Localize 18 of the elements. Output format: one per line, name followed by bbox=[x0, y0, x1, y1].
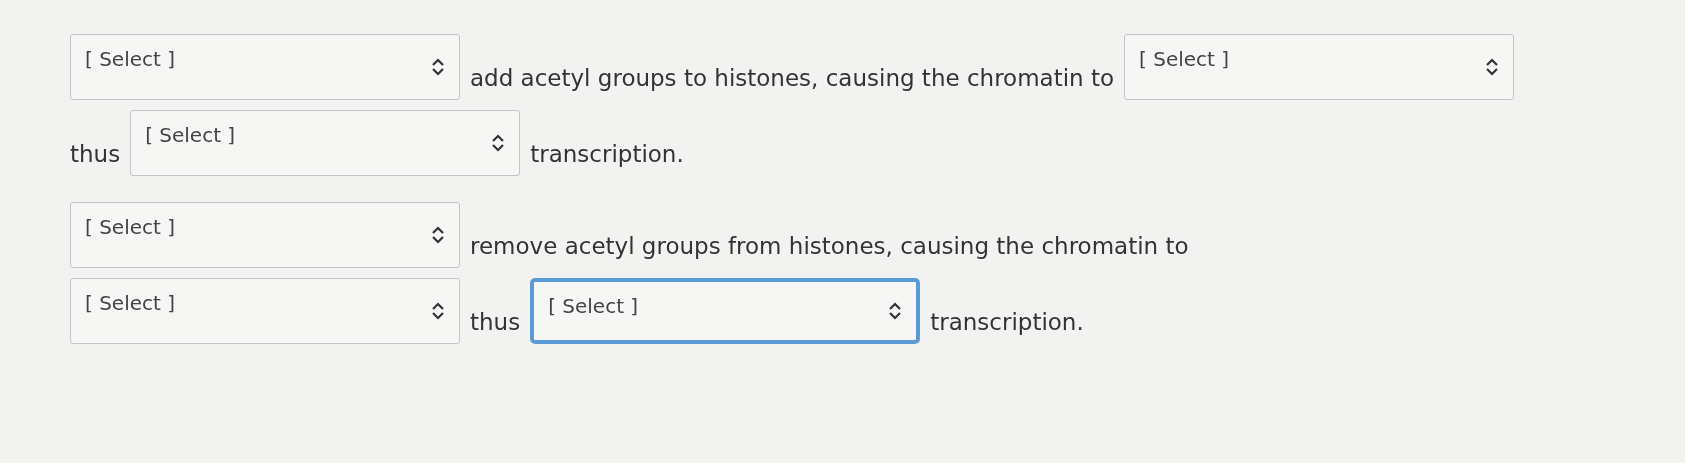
question-text: transcription. bbox=[530, 140, 684, 167]
chevron-updown-icon bbox=[1485, 58, 1500, 76]
chevron-updown-icon bbox=[431, 302, 445, 320]
dropdown-select[interactable]: [ Select ] bbox=[130, 110, 521, 176]
chevron-updown-icon bbox=[431, 226, 445, 244]
chevron-updown-icon bbox=[491, 134, 506, 152]
question-text: thus bbox=[70, 140, 121, 167]
question-text: remove acetyl groups from histones, causing the chromatin to bbox=[470, 232, 1189, 259]
question-text: thus bbox=[470, 308, 521, 335]
dropdown-select[interactable]: [ Select ] bbox=[70, 278, 460, 344]
dropdown-select[interactable]: [ Select ] bbox=[530, 278, 921, 344]
chevron-updown-icon bbox=[888, 302, 903, 320]
dropdown-select[interactable]: [ Select ] bbox=[70, 34, 460, 100]
question-text: transcription. bbox=[930, 308, 1084, 335]
dropdown-select[interactable]: [ Select ] bbox=[70, 202, 460, 268]
question-text: add acetyl groups to histones, causing the chromatin to bbox=[470, 64, 1115, 91]
chevron-updown-icon bbox=[431, 58, 445, 76]
dropdown-select[interactable]: [ Select ] bbox=[1124, 34, 1515, 100]
